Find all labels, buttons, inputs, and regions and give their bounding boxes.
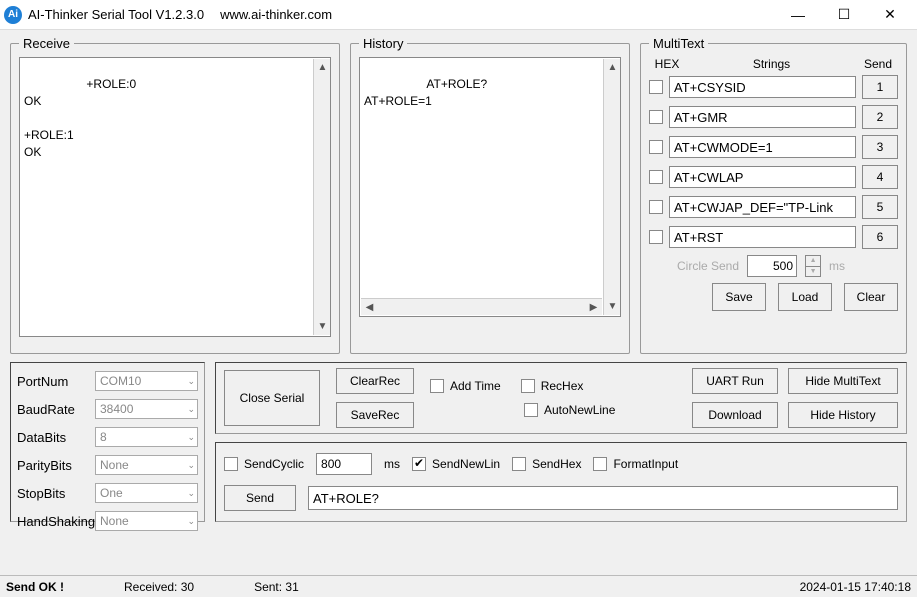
scroll-left-icon[interactable]: ◀: [361, 299, 378, 316]
multitext-hex-checkbox[interactable]: [649, 230, 663, 244]
send-newline-checkbox[interactable]: SendNewLin: [412, 457, 500, 471]
status-ok: Send OK !: [6, 580, 64, 594]
chevron-down-icon: ⌄: [187, 432, 195, 443]
multitext-string-input[interactable]: [669, 226, 856, 248]
download-button[interactable]: Download: [692, 402, 778, 428]
multitext-hex-checkbox[interactable]: [649, 80, 663, 94]
maximize-button[interactable]: ☐: [821, 0, 867, 30]
scrollbar-horizontal[interactable]: ◀ ▶: [361, 298, 602, 315]
history-legend: History: [359, 36, 407, 51]
toolbar: Close Serial ClearRec SaveRec Add Time R…: [215, 362, 907, 434]
multitext-send-button[interactable]: 6: [862, 225, 898, 249]
multitext-row: 2: [649, 105, 898, 129]
multitext-send-button[interactable]: 4: [862, 165, 898, 189]
hide-history-button[interactable]: Hide History: [788, 402, 898, 428]
multitext-string-input[interactable]: [669, 196, 856, 218]
scroll-down-icon[interactable]: ▼: [314, 318, 331, 335]
receive-textarea[interactable]: +ROLE:0 OK +ROLE:1 OK ▲ ▼: [19, 57, 331, 337]
multitext-legend: MultiText: [649, 36, 708, 51]
send-button[interactable]: Send: [224, 485, 296, 511]
multitext-string-input[interactable]: [669, 166, 856, 188]
multitext-row: 3: [649, 135, 898, 159]
baudrate-combo[interactable]: 38400⌄: [95, 399, 198, 419]
receive-panel: Receive +ROLE:0 OK +ROLE:1 OK ▲ ▼: [10, 36, 340, 354]
multitext-send-button[interactable]: 1: [862, 75, 898, 99]
scroll-up-icon[interactable]: ▲: [314, 59, 331, 76]
history-textarea[interactable]: AT+ROLE? AT+ROLE=1 ▲ ▼ ◀ ▶: [359, 57, 621, 317]
status-sent: Sent: 31: [254, 580, 299, 594]
add-time-checkbox[interactable]: Add Time: [430, 379, 501, 393]
send-hex-checkbox[interactable]: SendHex: [512, 457, 581, 471]
databits-combo[interactable]: 8⌄: [95, 427, 198, 447]
multitext-save-button[interactable]: Save: [712, 283, 766, 311]
window-url: www.ai-thinker.com: [220, 7, 332, 22]
save-rec-button[interactable]: SaveRec: [336, 402, 414, 428]
hide-multitext-button[interactable]: Hide MultiText: [788, 368, 898, 394]
status-time: 2024-01-15 17:40:18: [800, 580, 911, 594]
multitext-row: 1: [649, 75, 898, 99]
multitext-string-input[interactable]: [669, 136, 856, 158]
close-serial-button[interactable]: Close Serial: [224, 370, 320, 426]
minimize-button[interactable]: —: [775, 0, 821, 30]
circle-send-spinner[interactable]: ▲▼: [805, 255, 821, 277]
auto-newline-checkbox[interactable]: AutoNewLine: [524, 403, 615, 417]
chevron-down-icon: ⌄: [187, 404, 195, 415]
multitext-send-button[interactable]: 5: [862, 195, 898, 219]
serial-config: PortNumCOM10⌄ BaudRate38400⌄ DataBits8⌄ …: [10, 362, 205, 522]
multitext-clear-button[interactable]: Clear: [844, 283, 898, 311]
send-panel: SendCyclic ms SendNewLin SendHex FormatI…: [215, 442, 907, 522]
multitext-send-button[interactable]: 3: [862, 135, 898, 159]
status-received: Received: 30: [124, 580, 194, 594]
multitext-row: 4: [649, 165, 898, 189]
scrollbar-vertical[interactable]: ▲ ▼: [313, 59, 330, 335]
multitext-panel: MultiText HEX Strings Send 1 2 3 4 5 6 Circle…: [640, 36, 907, 354]
clear-rec-button[interactable]: ClearRec: [336, 368, 414, 394]
multitext-string-input[interactable]: [669, 76, 856, 98]
window-title: AI-Thinker Serial Tool V1.2.3.0: [28, 7, 204, 22]
chevron-down-icon: ⌄: [187, 516, 195, 527]
status-bar: Send OK ! Received: 30 Sent: 31 2024-01-…: [0, 575, 917, 597]
chevron-down-icon: ⌄: [187, 460, 195, 471]
multitext-send-button[interactable]: 2: [862, 105, 898, 129]
scrollbar-vertical[interactable]: ▲ ▼: [603, 59, 620, 315]
scroll-up-icon[interactable]: ▲: [604, 59, 621, 76]
format-input-checkbox[interactable]: FormatInput: [593, 457, 678, 471]
paritybits-combo[interactable]: None⌄: [95, 455, 198, 475]
rec-hex-checkbox[interactable]: RecHex: [521, 379, 584, 393]
multitext-hex-checkbox[interactable]: [649, 140, 663, 154]
multitext-row: 6: [649, 225, 898, 249]
circle-send-value[interactable]: [747, 255, 797, 277]
scroll-down-icon[interactable]: ▼: [604, 298, 621, 315]
command-input[interactable]: [308, 486, 898, 510]
portnum-combo[interactable]: COM10⌄: [95, 371, 198, 391]
cyclic-ms-input[interactable]: [316, 453, 372, 475]
handshaking-combo[interactable]: None⌄: [95, 511, 198, 531]
send-cyclic-checkbox[interactable]: SendCyclic: [224, 457, 304, 471]
multitext-hex-checkbox[interactable]: [649, 170, 663, 184]
multitext-string-input[interactable]: [669, 106, 856, 128]
stopbits-combo[interactable]: One⌄: [95, 483, 198, 503]
title-bar: Ai AI-Thinker Serial Tool V1.2.3.0 www.a…: [0, 0, 917, 30]
chevron-down-icon: ⌄: [187, 376, 195, 387]
close-button[interactable]: ✕: [867, 0, 913, 30]
app-icon: Ai: [4, 6, 22, 24]
multitext-hex-checkbox[interactable]: [649, 110, 663, 124]
multitext-hex-checkbox[interactable]: [649, 200, 663, 214]
circle-send-row: Circle Send ▲▼ ms: [669, 255, 898, 277]
uart-run-button[interactable]: UART Run: [692, 368, 778, 394]
chevron-down-icon: ⌄: [187, 488, 195, 499]
history-panel: History AT+ROLE? AT+ROLE=1 ▲ ▼ ◀ ▶: [350, 36, 630, 354]
multitext-header: HEX Strings Send: [649, 57, 898, 71]
multitext-row: 5: [649, 195, 898, 219]
scroll-right-icon[interactable]: ▶: [585, 299, 602, 316]
multitext-load-button[interactable]: Load: [778, 283, 832, 311]
receive-legend: Receive: [19, 36, 74, 51]
